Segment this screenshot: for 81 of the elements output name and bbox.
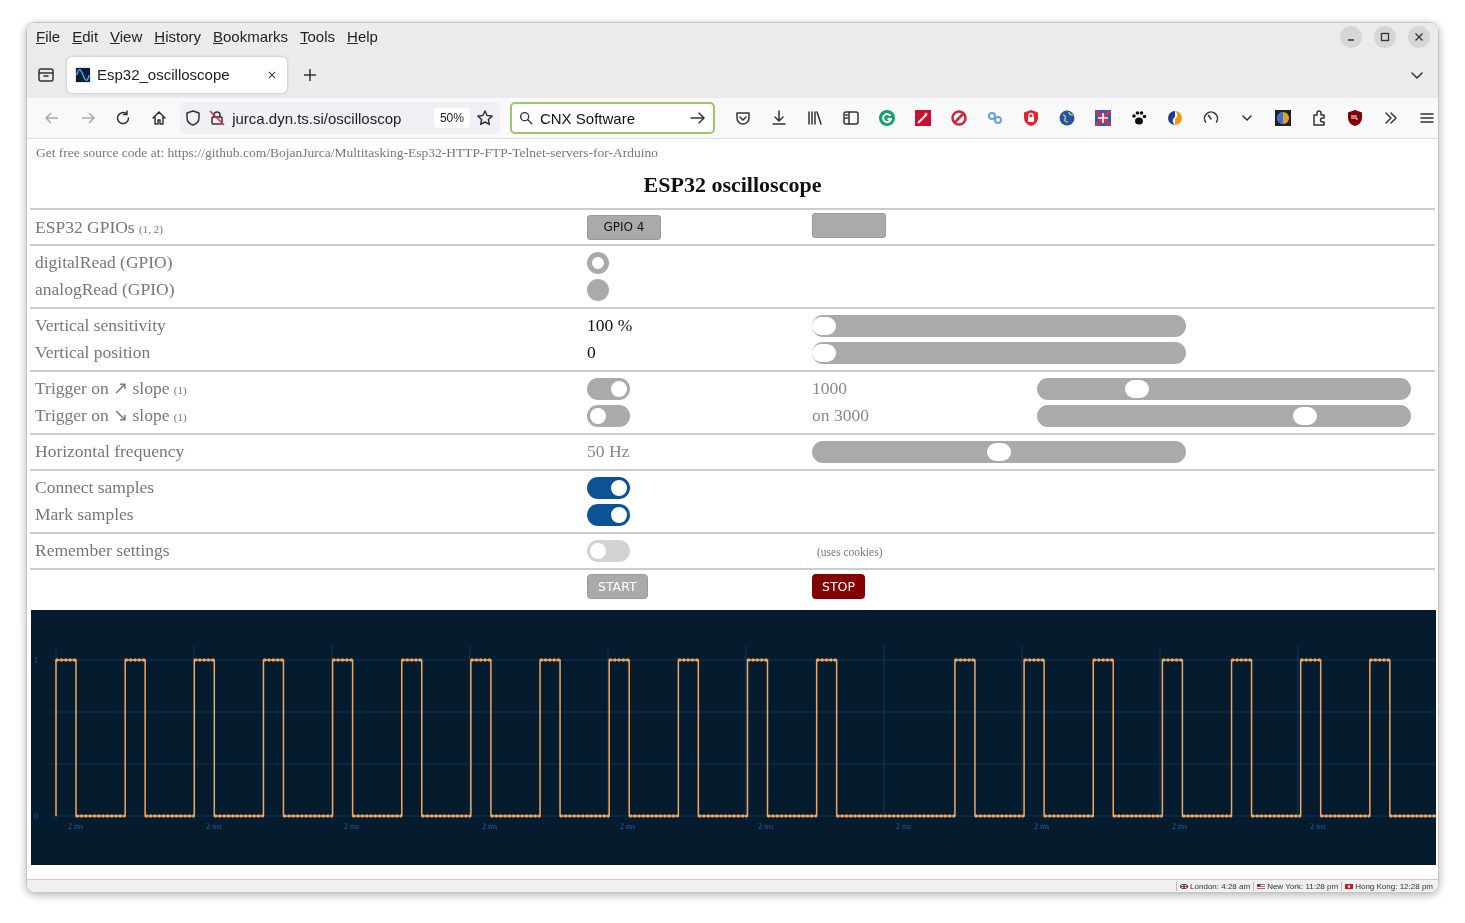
menu-item[interactable]: Bookmarks <box>207 27 295 47</box>
axis-label: 2 ms <box>206 822 222 831</box>
zoom-badge[interactable]: 50% <box>433 108 470 128</box>
address-field[interactable]: jurca.dyn.ts.si/oscilloscop 50% <box>180 102 500 134</box>
slider[interactable] <box>1037 404 1411 427</box>
source-note: Get free source code at: https://github.com/BojanJurca/Multitasking-Esp32-HTTP-FTP-Telnet-servers-for-Arduino <box>36 145 659 162</box>
slider-thumb[interactable] <box>1124 379 1149 398</box>
waveform-icon <box>75 66 91 83</box>
setting-label: Horizontal frequency <box>34 441 186 462</box>
crossed-tile-icon[interactable] <box>1092 107 1114 129</box>
axis-label: 2 ms <box>344 822 360 831</box>
flag-icon <box>1180 883 1189 889</box>
slider-thumb[interactable] <box>987 442 1011 461</box>
clock-text: Hong Kong: 12:28 pm <box>1355 881 1433 891</box>
setting-label: Trigger on ↘ slope (1) <box>34 405 188 426</box>
search-field[interactable]: CNX Software <box>509 102 715 134</box>
axis-label: 2 ms <box>482 822 498 831</box>
menu-item[interactable]: View <box>104 27 149 47</box>
axis-label: 2 ms <box>620 822 636 831</box>
setting-label: digitalRead (GPIO) <box>34 252 174 273</box>
cookie-note: (uses cookies) <box>816 545 883 558</box>
slider-thumb[interactable] <box>812 316 836 335</box>
axis-label: 0 <box>34 812 38 821</box>
maximize-button[interactable] <box>1374 26 1396 48</box>
setting-label: Connect samples <box>34 477 156 498</box>
axis-label: 2 ms <box>1034 822 1050 831</box>
menu-item[interactable]: Edit <box>66 27 105 47</box>
menu-item[interactable]: File <box>30 27 67 47</box>
tab-list-icon[interactable] <box>37 65 55 84</box>
menu-item[interactable]: Tools <box>294 27 342 47</box>
clock-text: New York: 11:28 pm <box>1267 881 1339 891</box>
close-button[interactable] <box>1408 26 1430 48</box>
setting-value: 100 % <box>587 315 633 335</box>
prohibited-icon[interactable] <box>948 107 970 129</box>
menu-item[interactable]: History <box>148 27 207 47</box>
setting-label: Vertical sensitivity <box>34 315 167 336</box>
menu-item[interactable]: Help <box>341 27 384 47</box>
arrow-right-icon[interactable] <box>689 109 707 127</box>
axis-label: 1 <box>34 656 38 665</box>
setting-value: 0 <box>587 342 596 362</box>
close-icon[interactable] <box>1414 32 1424 42</box>
toggle-switch[interactable] <box>587 539 630 562</box>
clock-text: London: 4:28 am <box>1190 881 1251 891</box>
setting-value: 50 Hz <box>587 441 630 461</box>
colored-tile-icon[interactable] <box>1272 107 1294 129</box>
setting-label: Remember settings <box>34 540 171 561</box>
slider[interactable] <box>812 314 1186 337</box>
toggle-switch[interactable] <box>587 476 630 499</box>
axis-label: 2 ms <box>758 822 774 831</box>
slider-thumb[interactable] <box>1292 406 1317 425</box>
setting-label: Vertical position <box>34 342 152 363</box>
setting-value: 1000 <box>812 378 847 398</box>
axis-label: 2 ms <box>896 822 912 831</box>
browser-tab[interactable]: Esp32_oscilloscope <box>67 56 287 93</box>
axis-label: 2 ms <box>1310 822 1326 831</box>
slider[interactable] <box>1037 377 1411 400</box>
insecure-lock-icon[interactable] <box>208 109 227 127</box>
setting-label: Trigger on ↗ slope (1) <box>34 378 188 399</box>
setting-value: on 3000 <box>812 405 869 425</box>
slider[interactable] <box>812 440 1186 463</box>
shield-icon[interactable] <box>184 109 203 127</box>
slider-thumb[interactable] <box>812 343 836 362</box>
stop-button[interactable]: STOP <box>812 574 865 599</box>
toggle-switch[interactable] <box>587 503 630 526</box>
setting-label: Mark samples <box>34 504 135 525</box>
radio-button[interactable] <box>587 251 609 274</box>
magic-wand-icon[interactable] <box>912 107 934 129</box>
setting-label: analogRead (GPIO) <box>34 279 176 300</box>
setting-label: ESP32 GPIOs (1, 2) <box>34 216 164 238</box>
minimize-button[interactable] <box>1340 26 1362 48</box>
star-icon[interactable] <box>475 109 494 127</box>
flag-icon <box>1345 883 1354 889</box>
slider[interactable] <box>812 341 1186 364</box>
page-title: ESP32 oscilloscope <box>642 172 823 198</box>
gpio-button[interactable]: GPIO 4 <box>587 214 661 240</box>
flag-icon <box>1257 883 1266 889</box>
axis-label: 2 ms <box>68 822 84 831</box>
radio-button[interactable] <box>587 278 609 301</box>
search-icon <box>517 110 534 126</box>
maximize-icon[interactable] <box>1380 32 1390 42</box>
axis-label: 2 ms <box>1172 822 1188 831</box>
